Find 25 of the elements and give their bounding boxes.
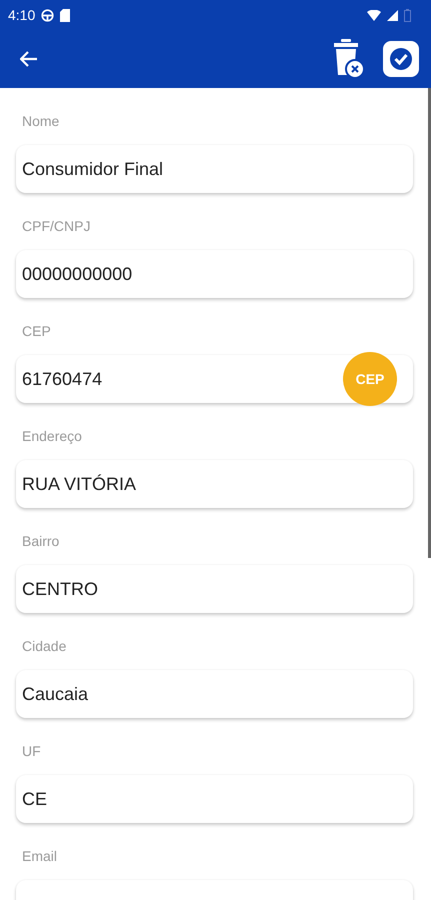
input-field[interactable]: Caucaia [16,670,413,718]
field-label: Endereço [21,427,83,446]
input-field[interactable]: Consumidor Final [16,145,413,193]
signal-icon [387,10,398,20]
field-label: Nome [21,112,60,131]
steering-wheel-icon [41,8,54,22]
field-label: Cidade [21,637,68,656]
field-label: CPF/CNPJ [21,217,92,236]
wifi-icon [367,10,381,20]
check-icon [383,41,419,77]
status-time: 4:10 [8,7,36,23]
field-label: Email [21,847,58,866]
field-label: UF [21,742,42,761]
trash-cancel-icon [333,39,365,79]
input-field[interactable]: 00000000000 [16,250,413,298]
scrollbar[interactable] [428,88,431,558]
input-field[interactable]: CENTRO [16,565,413,613]
input-field[interactable]: CE [16,775,413,823]
input-field[interactable]: RUA VITÓRIA [16,460,413,508]
field-label: Bairro [21,532,60,551]
battery-icon [404,8,411,22]
field-label: CEP [21,322,52,341]
input-field[interactable]: 61760474 CEP [16,355,413,403]
sd-card-icon [60,8,70,22]
back-arrow-icon [20,51,38,67]
